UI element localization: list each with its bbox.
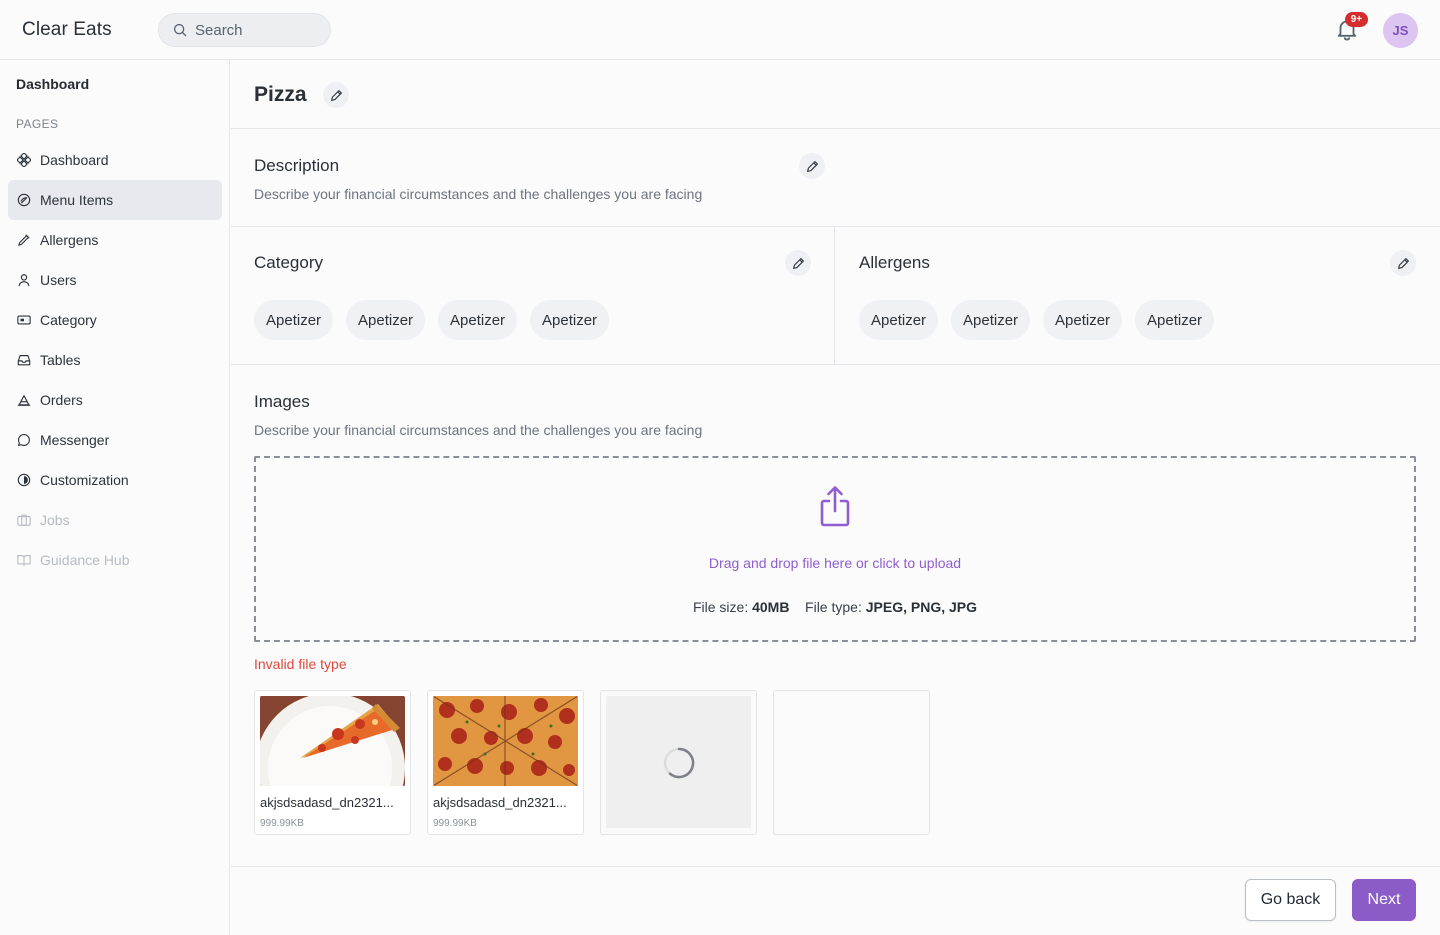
category-icon [17,315,31,325]
error-message: Invalid file type [254,656,347,672]
description-title: Description [254,156,340,175]
image-thumbnail[interactable]: akjsdsadasd_dn2321... 999.99KB [254,690,411,835]
sidebar-item-label: Messenger [40,432,110,448]
sidebar-item-guidance-hub[interactable]: Guidance Hub [8,540,222,580]
avatar[interactable]: JS [1383,13,1418,48]
sidebar-item-label: Customization [40,472,129,488]
dropzone-prompt[interactable]: Drag and drop file here or click to uplo… [256,555,1414,571]
sidebar-item-label: Menu Items [40,192,114,208]
messenger-icon [18,434,30,446]
allergens-icon [18,234,30,246]
file-size: 999.99KB [260,818,304,829]
sidebar-item-dashboard[interactable]: Dashboard [8,140,222,180]
file-name: akjsdsadasd_dn2321... [260,795,394,810]
upload-icon [820,486,850,527]
edit-category-button[interactable] [785,250,811,276]
category-chip[interactable]: Apetizer [254,300,334,340]
dropzone-file-info: File size: 40MB File type: JPEG, PNG, JP… [256,599,1414,615]
main-content: Pizza Description Describe your financia… [231,60,1440,935]
tables-icon [17,355,31,366]
pencil-icon [792,257,804,269]
sidebar-item-label: Orders [40,392,83,408]
users-icon [18,274,30,287]
file-size-value: 40MB [752,599,790,615]
allergen-chip[interactable]: Apetizer [951,300,1031,340]
image-thumbnail[interactable]: akjsdsadasd_dn2321... 999.99KB [427,690,584,835]
divider [231,226,1440,227]
sidebar-item-tables[interactable]: Tables [8,340,222,380]
sidebar-item-label: Jobs [40,512,70,528]
image-placeholder [606,696,751,828]
category-title: Category [254,253,323,272]
category-chip[interactable]: Apetizer [530,300,610,340]
file-type-value: JPEG, PNG, JPG [865,599,977,615]
sidebar-item-label: Guidance Hub [40,552,130,568]
sidebar: Dashboard PAGES Dashboard Menu Items All… [0,60,230,935]
sidebar-item-category[interactable]: Category [8,300,222,340]
sidebar-item-messenger[interactable]: Messenger [8,420,222,460]
allergens-title: Allergens [859,253,930,272]
file-size-label: File size: [692,599,749,615]
app-name: Clear Eats [22,19,112,40]
file-name: akjsdsadasd_dn2321... [433,795,567,810]
divider [231,364,1440,365]
loading-spinner-icon [663,747,695,779]
description-text: Describe your financial circumstances an… [254,186,703,202]
divider [231,866,1440,867]
sidebar-item-users[interactable]: Users [8,260,222,300]
pencil-icon [806,160,818,172]
pizza-slice-image [260,696,405,786]
edit-allergens-button[interactable] [1390,250,1416,276]
file-type-label: File type: [805,599,862,615]
sidebar-item-label: Allergens [40,232,99,248]
images-title: Images [254,392,310,411]
pencil-icon [330,89,342,101]
allergen-chip[interactable]: Apetizer [1043,300,1123,340]
category-chip[interactable]: Apetizer [346,300,426,340]
guidance-hub-icon [17,555,31,566]
go-back-button[interactable]: Go back [1245,879,1336,921]
images-description: Describe your financial circumstances an… [254,422,703,438]
sidebar-item-label: Users [40,272,77,288]
jobs-icon [17,514,31,526]
edit-title-button[interactable] [323,82,349,108]
pepperoni-pizza-image [433,696,578,786]
search-box[interactable] [158,13,331,47]
image-thumbnail-loading [600,690,757,835]
dashboard-icon [17,153,31,167]
divider [231,128,1440,129]
page-title: Pizza [254,83,307,106]
sidebar-title: Dashboard [16,76,90,92]
top-bar: Clear Eats 9+ JS [0,0,1440,60]
sidebar-item-label: Tables [40,352,81,368]
search-input[interactable] [195,21,315,39]
notification-badge: 9+ [1345,12,1368,27]
menu-items-icon [17,193,31,207]
divider [834,226,835,364]
sidebar-item-menu-items[interactable]: Menu Items [8,180,222,220]
allergen-chip[interactable]: Apetizer [859,300,939,340]
file-size: 999.99KB [433,818,477,829]
edit-description-button[interactable] [799,153,825,179]
sidebar-item-customization[interactable]: Customization [8,460,222,500]
sidebar-item-orders[interactable]: Orders [8,380,222,420]
next-button[interactable]: Next [1352,879,1416,921]
sidebar-section-label: PAGES [16,117,59,131]
image-thumbnail-empty[interactable] [773,690,930,835]
sidebar-item-allergens[interactable]: Allergens [8,220,222,260]
customization-icon [17,473,31,487]
pencil-icon [1397,257,1409,269]
allergen-chip[interactable]: Apetizer [1135,300,1215,340]
sidebar-item-label: Category [40,312,97,328]
search-icon [173,23,187,37]
orders-icon [17,395,31,406]
sidebar-item-label: Dashboard [40,152,109,168]
category-chip[interactable]: Apetizer [438,300,518,340]
image-dropzone[interactable]: Drag and drop file here or click to uplo… [254,456,1416,642]
sidebar-item-jobs[interactable]: Jobs [8,500,222,540]
